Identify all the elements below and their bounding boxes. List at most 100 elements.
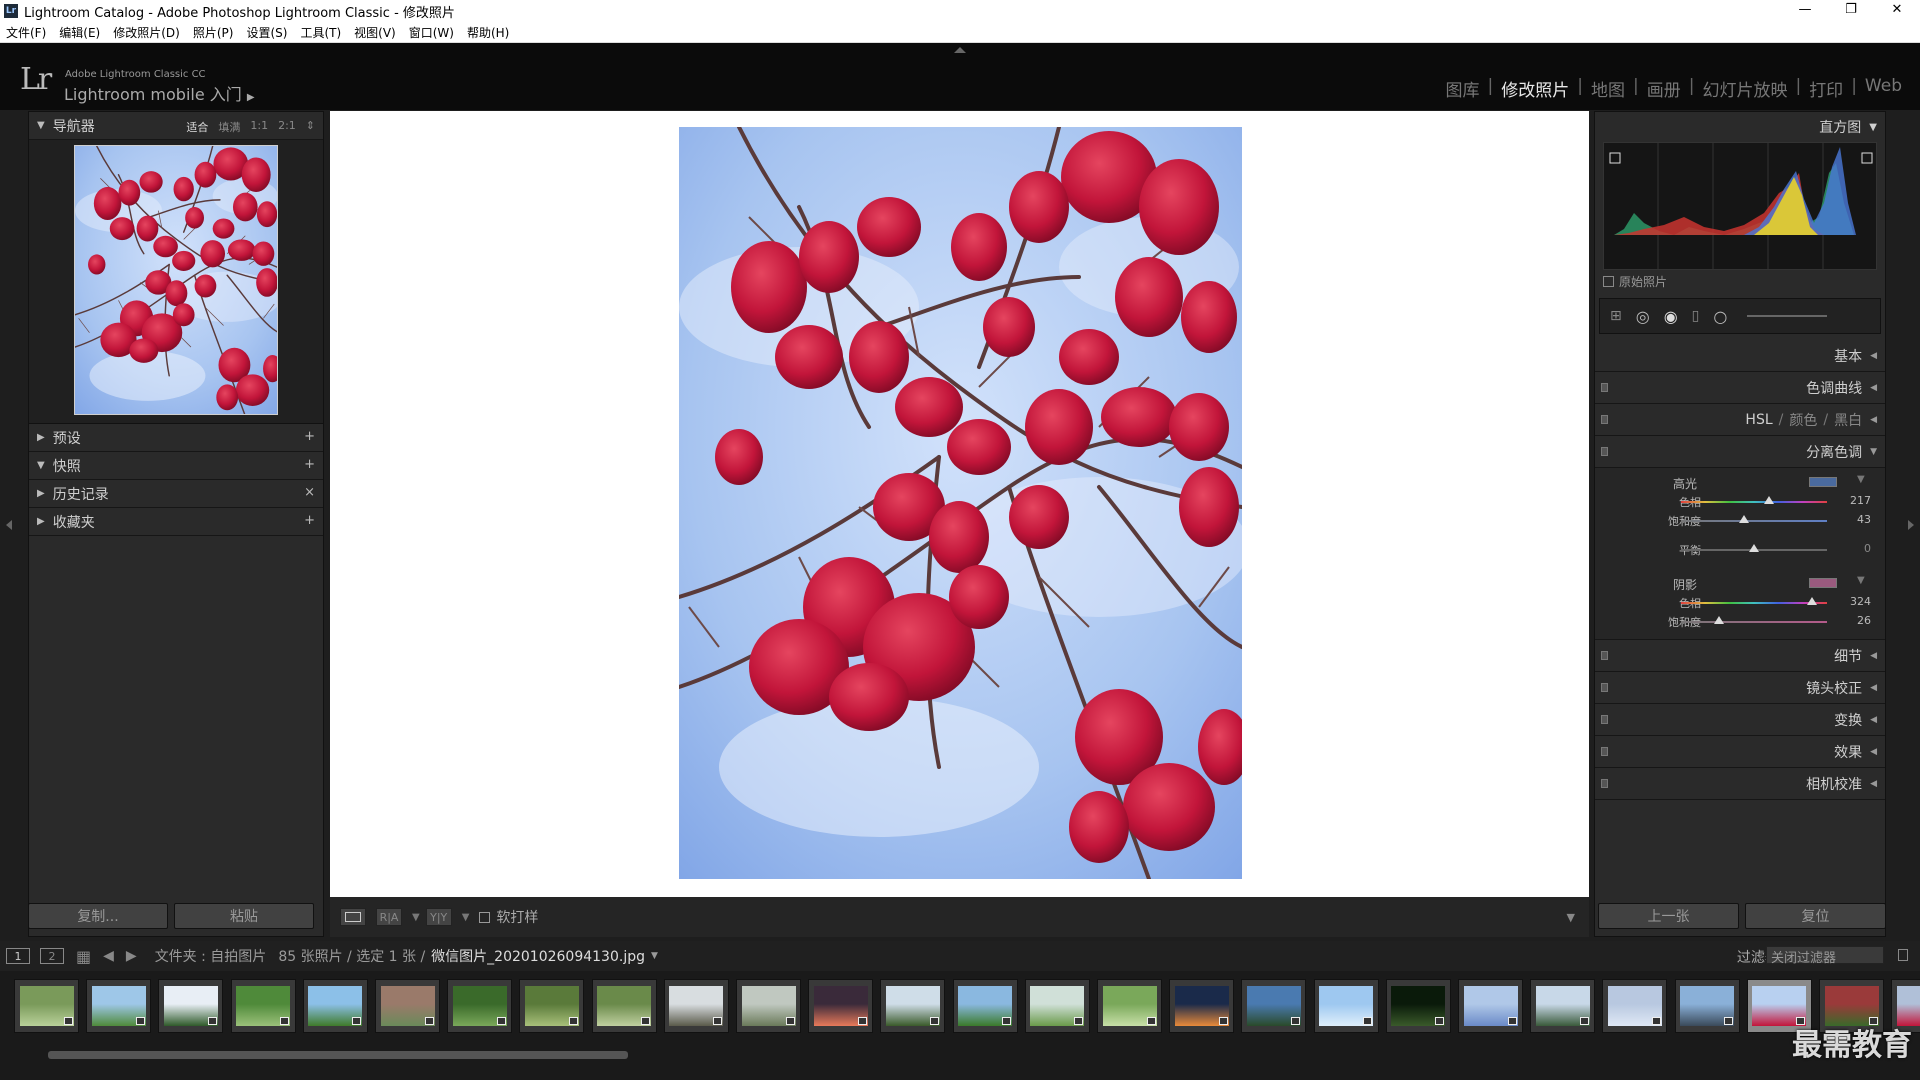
collapse-top-panel-icon[interactable] bbox=[954, 47, 966, 53]
close-button[interactable]: ✕ bbox=[1874, 0, 1920, 22]
grid-view-icon[interactable]: ▦ bbox=[76, 947, 91, 966]
menu-help[interactable]: 帮助(H) bbox=[467, 24, 509, 41]
balance-value[interactable]: 0 bbox=[1831, 542, 1871, 555]
filmstrip-thumbnail[interactable] bbox=[591, 979, 657, 1033]
filmstrip-thumbnail[interactable] bbox=[1097, 979, 1162, 1033]
graduated-filter-icon[interactable]: ▯ bbox=[1692, 308, 1700, 324]
zoom-2-1[interactable]: 2:1 bbox=[278, 119, 296, 135]
add-snapshot-button[interactable]: + bbox=[304, 457, 315, 472]
zoom-stepper-icon[interactable]: ⇕ bbox=[306, 119, 315, 135]
filmstrip-thumbnail[interactable] bbox=[663, 979, 729, 1033]
before-after-swap-icon[interactable]: Y|Y bbox=[425, 908, 452, 926]
collections-header[interactable]: ▶ 收藏夹 + bbox=[29, 508, 323, 536]
color-tab[interactable]: 颜色 bbox=[1789, 410, 1817, 430]
red-eye-icon[interactable]: ◉ bbox=[1664, 307, 1678, 326]
module-book[interactable]: 画册 bbox=[1639, 76, 1689, 101]
navigator-thumbnail[interactable] bbox=[74, 145, 278, 415]
filmstrip-thumbnail[interactable] bbox=[1313, 979, 1379, 1033]
image-view[interactable] bbox=[330, 111, 1589, 897]
menu-file[interactable]: 文件(F) bbox=[6, 24, 46, 41]
saturation-track[interactable] bbox=[1681, 621, 1827, 623]
menu-photo[interactable]: 照片(P) bbox=[193, 24, 234, 41]
filmstrip-thumbnail[interactable] bbox=[1241, 979, 1307, 1033]
zoom-fit[interactable]: 适合 bbox=[186, 119, 208, 135]
collapse-right-panel-icon[interactable] bbox=[1908, 520, 1914, 530]
main-photo[interactable] bbox=[679, 127, 1242, 879]
highlights-saturation-slider[interactable]: 饱和度43 bbox=[1595, 511, 1885, 530]
filmstrip-thumbnail[interactable] bbox=[808, 979, 874, 1033]
panel-hsl[interactable]: HSL / 颜色 / 黑白 ◀ bbox=[1595, 404, 1885, 436]
menu-develop[interactable]: 修改照片(D) bbox=[113, 24, 180, 41]
chevron-down-icon[interactable]: ▼ bbox=[1857, 575, 1865, 586]
panel-effects[interactable]: 效果 ◀ bbox=[1595, 736, 1885, 768]
navigator-preview[interactable] bbox=[29, 140, 323, 424]
module-slideshow[interactable]: 幻灯片放映 bbox=[1694, 76, 1795, 101]
module-develop[interactable]: 修改照片 bbox=[1493, 76, 1577, 101]
filmstrip-thumbnail[interactable] bbox=[1602, 979, 1668, 1033]
shadows-color-swatch[interactable] bbox=[1809, 578, 1837, 588]
balance-slider[interactable]: 平衡0 bbox=[1595, 540, 1885, 559]
toolbar-menu-icon[interactable]: ▼ bbox=[1567, 911, 1575, 924]
panel-basic[interactable]: 基本 ◀ bbox=[1595, 340, 1885, 372]
module-map[interactable]: 地图 bbox=[1583, 76, 1633, 101]
highlights-color-swatch[interactable] bbox=[1809, 477, 1837, 487]
minimize-button[interactable]: — bbox=[1782, 0, 1828, 22]
hue-value[interactable]: 324 bbox=[1831, 595, 1871, 608]
panel-split-toning[interactable]: 分离色调 ▼ bbox=[1595, 436, 1885, 468]
forward-arrow-icon[interactable]: ▶ bbox=[126, 948, 137, 964]
panel-switch[interactable] bbox=[1601, 683, 1608, 692]
filmstrip-thumbnail[interactable] bbox=[1385, 979, 1451, 1033]
filmstrip-thumbnail[interactable] bbox=[158, 979, 224, 1033]
menu-view[interactable]: 视图(V) bbox=[354, 24, 396, 41]
zoom-fill[interactable]: 填满 bbox=[218, 119, 240, 135]
menu-window[interactable]: 窗口(W) bbox=[409, 24, 454, 41]
panel-switch[interactable] bbox=[1601, 447, 1608, 456]
panel-transform[interactable]: 变换 ◀ bbox=[1595, 704, 1885, 736]
presets-header[interactable]: ▶ 预设 + bbox=[29, 424, 323, 452]
filmstrip-thumbnail[interactable] bbox=[230, 979, 296, 1033]
module-print[interactable]: 打印 bbox=[1801, 76, 1851, 101]
copy-settings-button[interactable]: 复制... bbox=[28, 903, 168, 929]
reset-button[interactable]: 复位 bbox=[1745, 903, 1886, 929]
filmstrip-thumbnail[interactable] bbox=[519, 979, 585, 1033]
before-after-view-icon[interactable]: R|A bbox=[376, 908, 402, 926]
crop-overlay-icon[interactable]: ⊞ bbox=[1610, 308, 1622, 324]
filmstrip-thumbnail[interactable] bbox=[447, 979, 513, 1033]
filter-lock-icon[interactable] bbox=[1898, 949, 1908, 961]
filmstrip-thumbnail[interactable] bbox=[1674, 979, 1740, 1033]
slider-knob[interactable] bbox=[1738, 515, 1749, 523]
menu-tools[interactable]: 工具(T) bbox=[300, 24, 341, 41]
panel-switch[interactable] bbox=[1601, 383, 1608, 392]
mobile-link[interactable]: Lightroom mobile 入门 ▶ bbox=[64, 81, 255, 105]
filmstrip-thumbnail[interactable] bbox=[952, 979, 1018, 1033]
chevron-down-icon[interactable]: ▼ bbox=[412, 912, 420, 923]
hue-value[interactable]: 217 bbox=[1831, 494, 1871, 507]
brush-slider[interactable] bbox=[1747, 315, 1828, 317]
panel-lens-corrections[interactable]: 镜头校正 ◀ bbox=[1595, 672, 1885, 704]
filename[interactable]: 微信图片_20201026094130.jpg bbox=[431, 946, 645, 966]
slider-knob[interactable] bbox=[1749, 544, 1759, 552]
saturation-track[interactable] bbox=[1681, 520, 1827, 522]
panel-tone-curve[interactable]: 色调曲线 ◀ bbox=[1595, 372, 1885, 404]
maximize-button[interactable]: ❐ bbox=[1828, 0, 1874, 22]
hue-track[interactable] bbox=[1681, 602, 1827, 604]
filmstrip-scrollbar[interactable] bbox=[48, 1051, 628, 1059]
histogram[interactable] bbox=[1603, 142, 1877, 270]
loupe-view-icon[interactable] bbox=[340, 908, 366, 926]
panel-switch[interactable] bbox=[1601, 779, 1608, 788]
slider-knob[interactable] bbox=[1807, 597, 1818, 605]
module-library[interactable]: 图库 bbox=[1438, 76, 1488, 101]
hue-track[interactable] bbox=[1681, 501, 1827, 503]
histogram-header[interactable]: 直方图 ▼ bbox=[1595, 112, 1885, 142]
window-2-button[interactable]: 2 bbox=[40, 948, 64, 964]
panel-camera-calibration[interactable]: 相机校准 ◀ bbox=[1595, 768, 1885, 800]
spot-removal-icon[interactable]: ◎ bbox=[1636, 307, 1650, 326]
add-collection-button[interactable]: + bbox=[304, 513, 315, 528]
soft-proof-checkbox[interactable] bbox=[479, 911, 491, 923]
navigator-header[interactable]: ▼ 导航器 适合 填满 1:1 2:1 ⇕ bbox=[29, 112, 323, 140]
radial-filter-icon[interactable]: ○ bbox=[1713, 307, 1727, 326]
module-web[interactable]: Web bbox=[1857, 76, 1910, 101]
collapse-left-panel-icon[interactable] bbox=[6, 520, 12, 530]
window-1-button[interactable]: 1 bbox=[6, 948, 30, 964]
filter-dropdown[interactable]: 关闭过滤器 bbox=[1766, 946, 1884, 966]
